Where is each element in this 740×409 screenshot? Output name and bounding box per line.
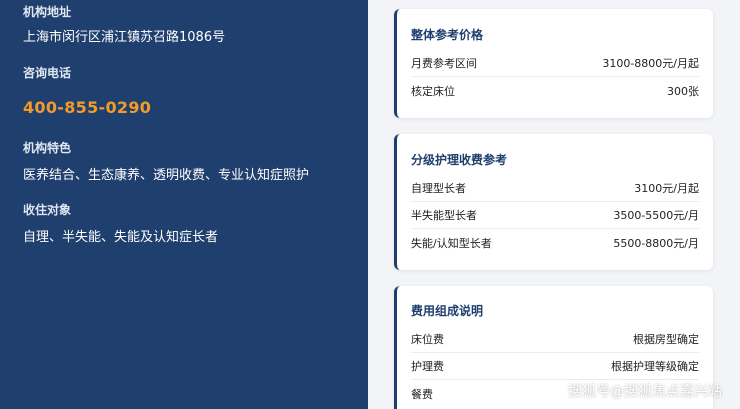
table-row: 核定床位 300张 [411, 77, 699, 104]
row-value: 3100元/月起 [634, 182, 699, 195]
institution-info-panel: 机构地址 上海市闵行区浦江镇苏召路1086号 咨询电话 400-855-0290… [0, 0, 368, 409]
phone-label: 咨询电话 [23, 66, 72, 80]
table-row: 自理型长者 3100元/月起 [411, 175, 699, 202]
pricing-panel: 整体参考价格 月费参考区间 3100-8800元/月起 核定床位 300张 分级… [368, 0, 740, 409]
phone-number[interactable]: 400-855-0290 [23, 98, 151, 117]
target-label: 收住对象 [23, 203, 72, 217]
row-label: 护理费 [411, 360, 444, 373]
row-value: 5500-8800元/月 [613, 236, 699, 250]
target-value: 自理、半失能、失能及认知症长者 [23, 230, 219, 245]
watermark: 搜狐号@搜狐焦点嘉兴站 [568, 384, 722, 400]
address-value: 上海市闵行区浦江镇苏召路1086号 [23, 30, 226, 45]
row-label: 月费参考区间 [411, 57, 477, 70]
row-label: 餐费 [411, 387, 433, 401]
table-row: 护理费 根据护理等级确定 [411, 353, 699, 380]
row-label: 核定床位 [411, 84, 455, 98]
address-label: 机构地址 [23, 5, 72, 19]
card-title: 分级护理收费参考 [411, 153, 508, 167]
table-row: 床位费 根据房型确定 [411, 326, 699, 353]
row-value: 300张 [667, 84, 699, 98]
table-row: 月费参考区间 3100-8800元/月起 [411, 50, 699, 77]
row-value: 3100-8800元/月起 [602, 57, 699, 70]
row-label: 床位费 [411, 333, 444, 346]
row-label: 失能/认知型长者 [411, 236, 492, 250]
row-value: 根据房型确定 [633, 333, 699, 346]
row-value: 根据护理等级确定 [611, 360, 699, 373]
table-row: 失能/认知型长者 5500-8800元/月 [411, 229, 699, 256]
card-title: 整体参考价格 [411, 28, 484, 42]
table-row: 半失能型长者 3500-5500元/月 [411, 202, 699, 229]
row-label: 自理型长者 [411, 182, 466, 195]
features-value: 医养结合、生态康养、透明收费、专业认知症照护 [23, 168, 310, 183]
row-label: 半失能型长者 [411, 209, 477, 222]
features-label: 机构特色 [23, 141, 72, 155]
card-title: 费用组成说明 [411, 304, 484, 318]
card-care-level-fees: 分级护理收费参考 自理型长者 3100元/月起 半失能型长者 3500-5500… [394, 134, 713, 270]
card-overall-price: 整体参考价格 月费参考区间 3100-8800元/月起 核定床位 300张 [394, 9, 713, 118]
row-value: 3500-5500元/月 [613, 209, 699, 222]
